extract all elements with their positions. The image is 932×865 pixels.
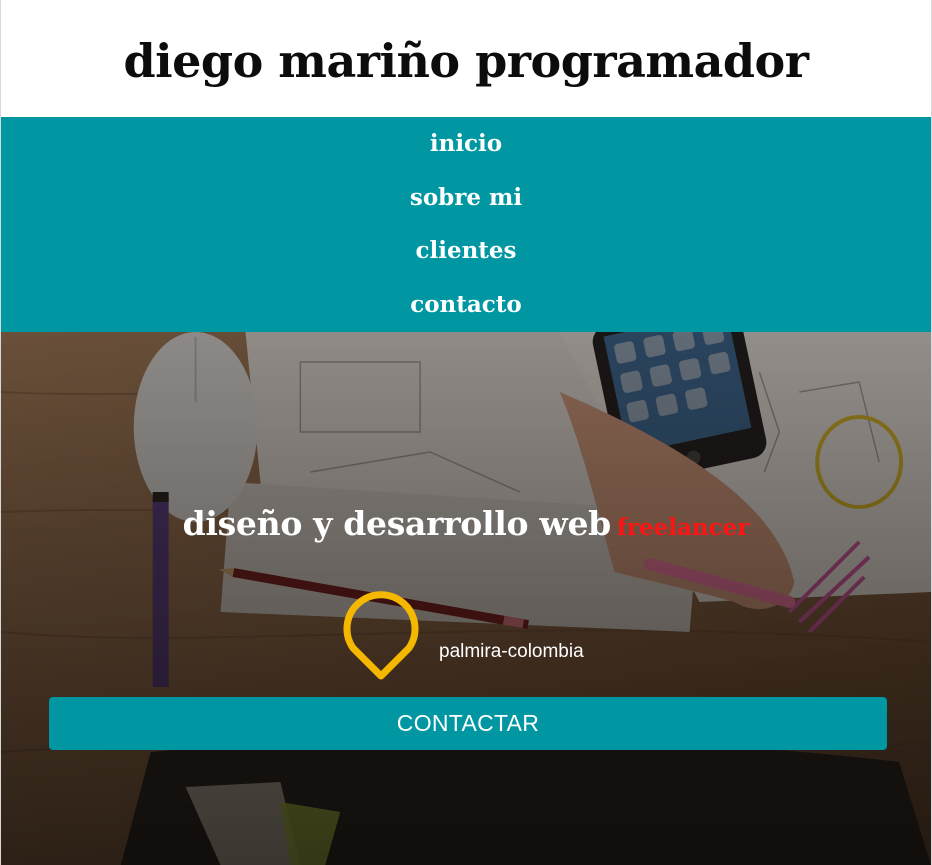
location-label: palmira-colombia [439,641,584,662]
nav-link-inicio[interactable]: inicio [430,130,502,157]
site-header: diego mariño programador [1,0,931,117]
nav-link-clientes[interactable]: clientes [415,237,516,264]
nav-item-inicio: inicio [1,117,931,171]
contact-button[interactable]: CONTACTAR [49,697,887,750]
tagline-main: diseño y desarrollo web [182,504,612,543]
nav-link-sobre-mi[interactable]: sobre mi [410,184,522,211]
nav-link-contacto[interactable]: contacto [410,291,522,318]
main-nav: inicio sobre mi clientes contacto [1,117,931,332]
nav-list: inicio sobre mi clientes contacto [1,117,931,331]
site-title: diego mariño programador [123,33,809,88]
hero-section: diseño y desarrollo web freelancer palmir… [1,332,931,865]
tagline-freelancer: freelancer [616,514,750,541]
hero-tagline: diseño y desarrollo web freelancer [1,504,931,543]
page: diego mariño programador inicio sobre mi… [0,0,932,865]
nav-item-clientes: clientes [1,224,931,278]
nav-item-sobre-mi: sobre mi [1,171,931,225]
nav-item-contacto: contacto [1,278,931,332]
hero-overlay [1,332,931,865]
map-pin-icon [343,591,419,680]
